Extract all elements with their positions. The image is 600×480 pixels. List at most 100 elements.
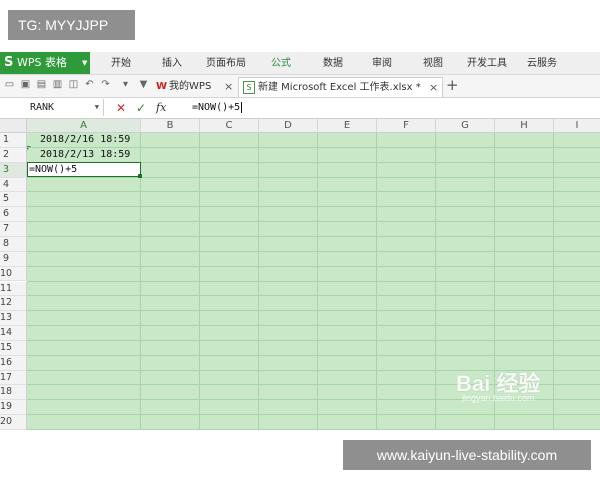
- menu-formulas[interactable]: 公式: [271, 52, 291, 74]
- row-header-9[interactable]: 9: [0, 251, 27, 267]
- row-header-10[interactable]: 10: [0, 266, 27, 282]
- row-header-18[interactable]: 18: [0, 385, 27, 401]
- customize-icon[interactable]: ▼: [138, 79, 149, 90]
- confirm-icon[interactable]: ✓: [136, 100, 146, 116]
- menu-data[interactable]: 数据: [323, 52, 343, 74]
- gridline: [27, 146, 600, 148]
- column-header-i[interactable]: I: [554, 119, 600, 133]
- spreadsheet-file-icon: S: [243, 80, 255, 94]
- gridline: [27, 235, 600, 237]
- column-header-c[interactable]: C: [200, 119, 259, 133]
- chevron-down-icon: ▼: [82, 59, 88, 67]
- row-header-8[interactable]: 8: [0, 236, 27, 252]
- cancel-icon[interactable]: ✕: [116, 100, 126, 116]
- open-icon[interactable]: ▭: [4, 79, 15, 90]
- name-box-value: RANK: [30, 102, 55, 113]
- new-tab-button[interactable]: +: [446, 75, 459, 96]
- close-icon[interactable]: ×: [429, 78, 438, 97]
- tab-my-wps-label: 我的WPS: [169, 81, 212, 92]
- menu-view[interactable]: 视图: [423, 52, 443, 74]
- row-header-11[interactable]: 11: [0, 281, 27, 297]
- gridline: [27, 325, 600, 327]
- gridline: [27, 191, 600, 193]
- close-icon[interactable]: ×: [224, 77, 233, 96]
- row-header-12[interactable]: 12: [0, 296, 27, 312]
- print-icon[interactable]: ▥: [52, 79, 63, 90]
- gridline: [27, 310, 600, 312]
- gridline: [553, 133, 554, 430]
- formula-text: =NOW()+5: [192, 102, 241, 113]
- gridline: [27, 354, 600, 356]
- gridline: [27, 206, 600, 208]
- menu-insert[interactable]: 插入: [162, 52, 182, 74]
- fill-handle[interactable]: [138, 174, 142, 178]
- tab-document-label: 新建 Microsoft Excel 工作表.xlsx *: [258, 82, 421, 93]
- menu-bar: S WPS 表格 ▼ 开始 插入 页面布局 公式 数据 审阅 视图 开发工具 云…: [0, 52, 600, 75]
- column-header-e[interactable]: E: [318, 119, 377, 133]
- select-all-corner[interactable]: [0, 119, 27, 133]
- gridline: [27, 280, 600, 282]
- gridline: [258, 133, 259, 430]
- gridline: [376, 133, 377, 430]
- menu-review[interactable]: 审阅: [372, 52, 392, 74]
- save-icon[interactable]: ▣: [20, 79, 31, 90]
- insert-function-icon[interactable]: fx: [156, 100, 166, 116]
- cell-a1[interactable]: 2018/2/16 18:59: [40, 133, 130, 147]
- row-header-2[interactable]: 2: [0, 147, 27, 163]
- url-overlay-label: www.kaiyun-live-stability.com: [343, 440, 591, 470]
- menu-page-layout[interactable]: 页面布局: [206, 52, 246, 74]
- column-header-g[interactable]: G: [436, 119, 495, 133]
- gridline: [27, 429, 600, 430]
- undo-icon[interactable]: ↶: [84, 79, 95, 90]
- menu-home[interactable]: 开始: [111, 52, 131, 74]
- gridline: [27, 221, 600, 223]
- tg-overlay-label: TG: MYYJJPP: [8, 10, 135, 40]
- wps-logo-icon: S: [4, 55, 14, 70]
- gridline: [27, 265, 600, 267]
- row-header-5[interactable]: 5: [0, 192, 27, 208]
- text-caret: [241, 101, 243, 113]
- row-header-15[interactable]: 15: [0, 340, 27, 356]
- wps-app-menu-button[interactable]: S WPS 表格 ▼: [0, 52, 90, 74]
- gridline: [317, 133, 318, 430]
- wps-w-icon: W: [156, 81, 168, 92]
- gridline: [27, 250, 600, 252]
- row-header-7[interactable]: 7: [0, 222, 27, 237]
- row-header-3[interactable]: 3: [0, 162, 27, 178]
- menu-cloud[interactable]: 云服务: [527, 52, 557, 74]
- cell-a2[interactable]: 2018/2/13 18:59: [40, 148, 130, 162]
- baidu-watermark-url: jingyan.baidu.com: [462, 393, 535, 403]
- row-header-20[interactable]: 20: [0, 415, 27, 430]
- row-header-14[interactable]: 14: [0, 326, 27, 341]
- tab-document[interactable]: S 新建 Microsoft Excel 工作表.xlsx * ×: [238, 77, 443, 97]
- row-header-4[interactable]: 4: [0, 177, 27, 193]
- column-header-d[interactable]: D: [259, 119, 318, 133]
- column-header-h[interactable]: H: [495, 119, 554, 133]
- print-preview-icon[interactable]: ◫: [68, 79, 79, 90]
- formula-bar: RANK ▼ ✕ ✓ fx =NOW()+5: [0, 98, 600, 119]
- row-header-16[interactable]: 16: [0, 355, 27, 371]
- menu-developer[interactable]: 开发工具: [467, 52, 507, 74]
- app-name: WPS 表格: [17, 56, 67, 69]
- redo-icon[interactable]: ↷: [100, 79, 111, 90]
- name-box[interactable]: RANK ▼: [2, 99, 104, 116]
- export-pdf-icon[interactable]: ▤: [36, 79, 47, 90]
- row-header-13[interactable]: 13: [0, 311, 27, 327]
- tab-bar: ▭ ▣ ▤ ▥ ◫ ↶ ↷ ▾ ▼ W 我的WPS × S 新建 Microsoft…: [0, 75, 600, 98]
- tab-my-wps[interactable]: W 我的WPS ×: [156, 77, 236, 96]
- chevron-down-icon[interactable]: ▼: [95, 99, 99, 116]
- gridline: [27, 295, 600, 297]
- active-cell-a3[interactable]: =NOW()+5: [27, 162, 141, 177]
- gridline: [27, 414, 600, 416]
- row-header-6[interactable]: 6: [0, 207, 27, 223]
- column-header-f[interactable]: F: [377, 119, 436, 133]
- row-header-1[interactable]: 1: [0, 133, 27, 148]
- formula-input[interactable]: =NOW()+5: [192, 100, 243, 116]
- more-icon[interactable]: ▾: [120, 79, 131, 90]
- column-header-a[interactable]: A: [27, 119, 141, 133]
- gridline: [435, 133, 436, 430]
- row-header-17[interactable]: 17: [0, 370, 27, 386]
- gridline: [27, 339, 600, 341]
- row-header-19[interactable]: 19: [0, 400, 27, 416]
- column-header-b[interactable]: B: [141, 119, 200, 133]
